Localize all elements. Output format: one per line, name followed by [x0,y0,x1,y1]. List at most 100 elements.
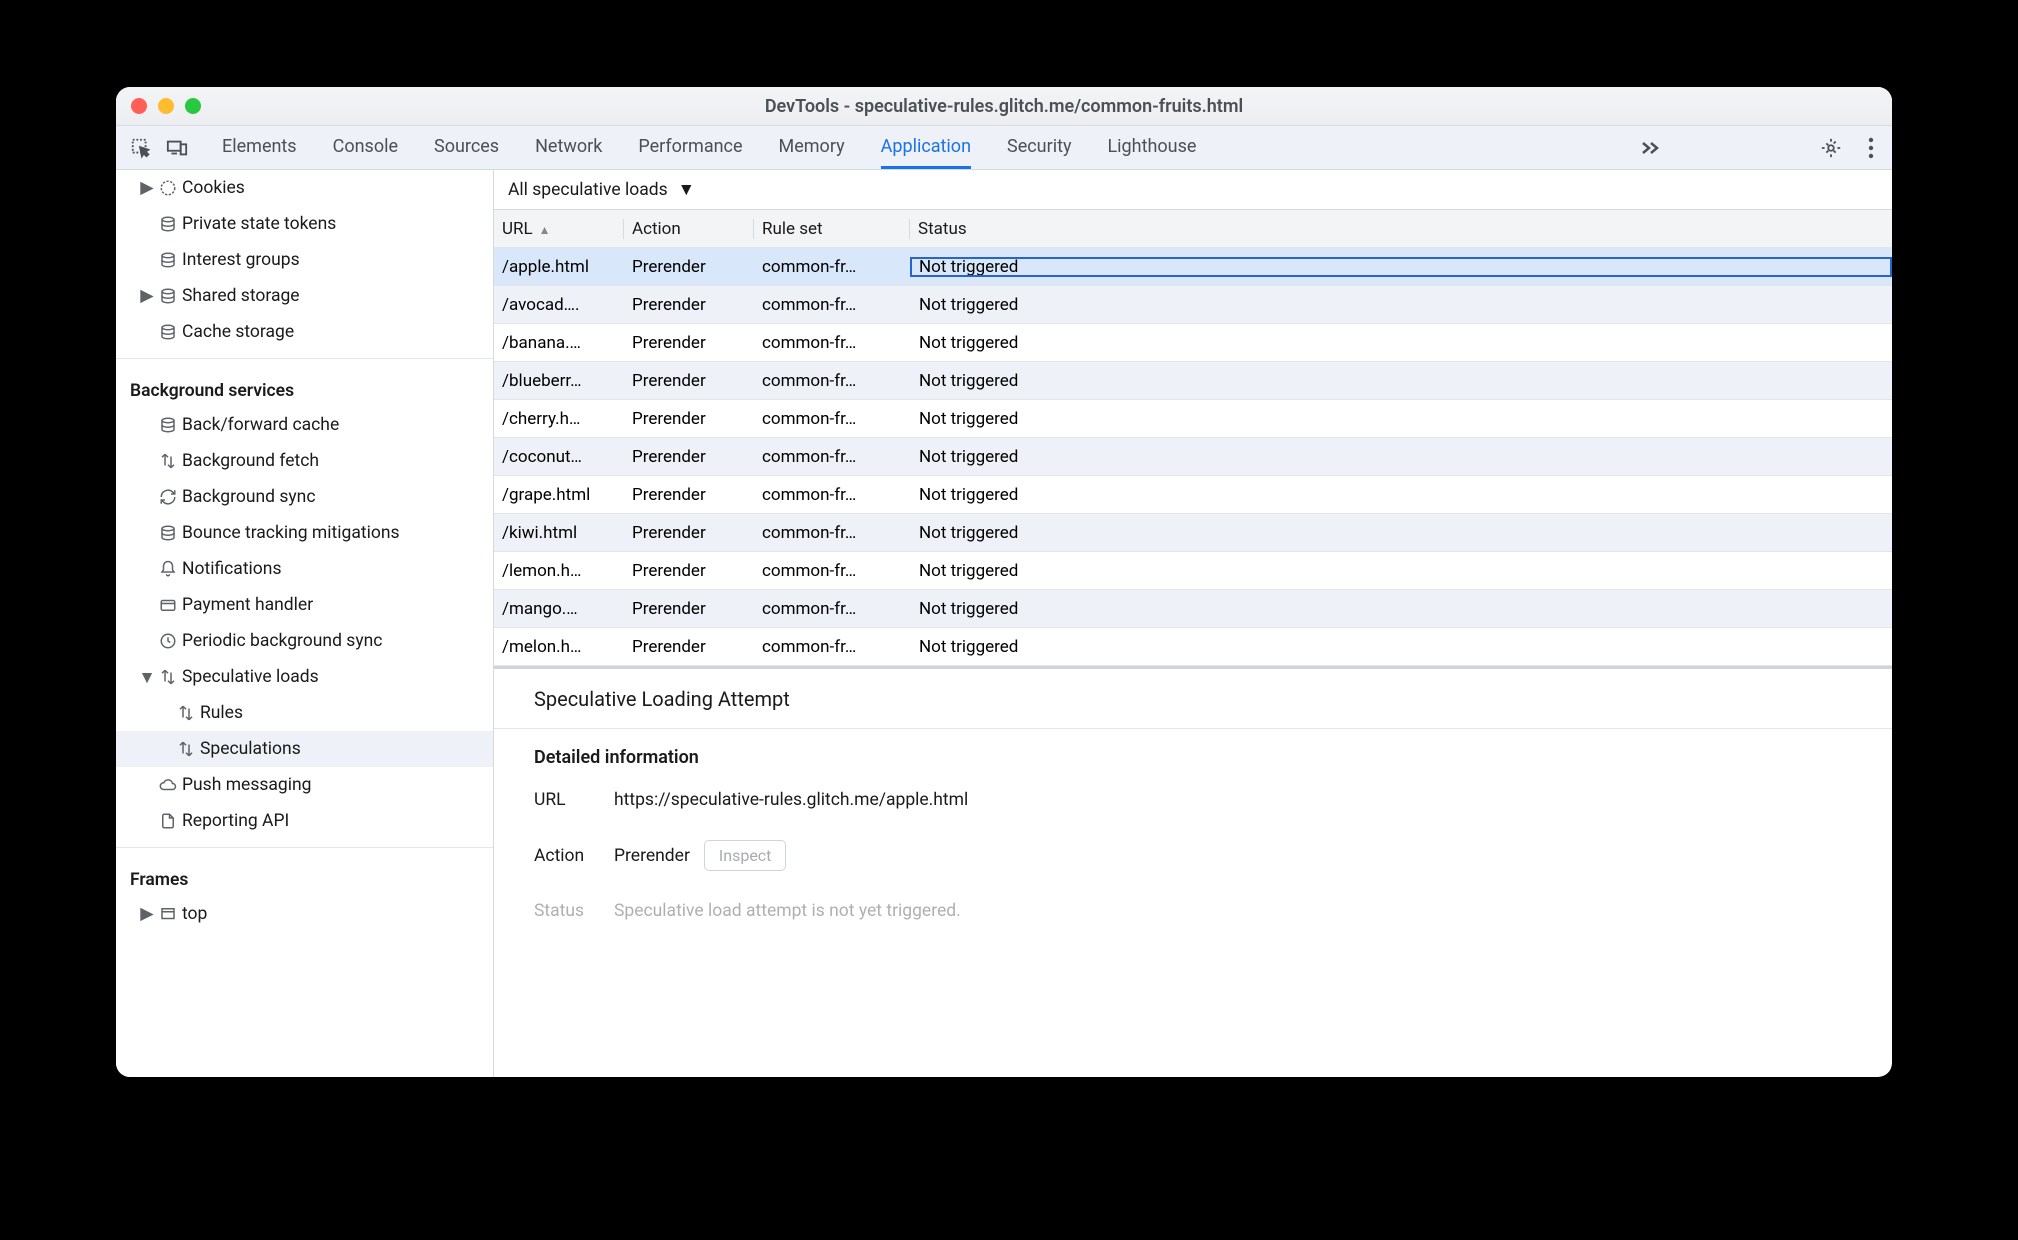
table-row[interactable]: /lemon.h…Prerendercommon-fr…Not triggere… [494,552,1892,590]
cell-status: Not triggered [910,523,1892,543]
detail-subtitle: Detailed information [494,729,1892,782]
sidebar-item-push-messaging[interactable]: Push messaging [116,767,493,803]
table-row[interactable]: /avocad….Prerendercommon-fr…Not triggere… [494,286,1892,324]
sidebar-item-back-forward-cache[interactable]: Back/forward cache [116,407,493,443]
detail-title: Speculative Loading Attempt [494,669,1892,729]
sidebar-item-label: Bounce tracking mitigations [182,523,400,543]
table-row[interactable]: /mango.…Prerendercommon-fr…Not triggered [494,590,1892,628]
cell-url: /kiwi.html [494,523,624,543]
table-row[interactable]: /grape.htmlPrerendercommon-fr…Not trigge… [494,476,1892,514]
sidebar-item-periodic-background-sync[interactable]: Periodic background sync [116,623,493,659]
sidebar-item-label: Rules [200,703,243,723]
sidebar: ▶Cookies Private state tokens Interest gro… [116,170,494,1077]
tab-memory[interactable]: Memory [779,126,845,169]
sidebar-item-label: Speculative loads [182,667,319,687]
expander-icon: ▼ [140,667,154,688]
cell-status: Not triggered [910,447,1892,467]
sidebar-item-label: Cache storage [182,322,294,342]
table-row[interactable]: /apple.htmlPrerendercommon-fr…Not trigge… [494,248,1892,286]
gear-icon[interactable] [1820,137,1842,159]
sidebar-item-payment-handler[interactable]: Payment handler [116,587,493,623]
cell-action: Prerender [624,371,754,391]
db-icon [154,524,182,542]
tab-performance[interactable]: Performance [638,126,742,169]
cell-ruleset: common-fr… [754,523,910,543]
sidebar-item-shared-storage[interactable]: ▶Shared storage [116,278,493,314]
minimize-window-icon[interactable] [158,98,174,114]
toolbar-left [130,137,188,159]
tab-security[interactable]: Security [1007,126,1071,169]
cell-ruleset: common-fr… [754,447,910,467]
sidebar-item-label: Shared storage [182,286,300,306]
filter-dropdown[interactable]: All speculative loads ▼ [494,170,1892,210]
sidebar-item-speculative-loads[interactable]: ▼ Speculative loads [116,659,493,695]
sidebar-item-speculations[interactable]: Speculations [116,731,493,767]
sidebar-item-top[interactable]: ▶ top [116,896,493,932]
cell-ruleset: common-fr… [754,599,910,619]
cell-action: Prerender [624,637,754,657]
cell-status: Not triggered [910,333,1892,353]
titlebar: DevTools - speculative-rules.glitch.me/c… [116,87,1892,126]
more-tabs-icon[interactable] [1640,137,1662,159]
sidebar-item-background-fetch[interactable]: Background fetch [116,443,493,479]
tab-application[interactable]: Application [881,126,971,169]
kebab-icon[interactable] [1860,137,1882,159]
panel-tabs: Elements Console Sources Network Performance… [222,126,1196,169]
table-row[interactable]: /blueberr…Prerendercommon-fr…Not trigger… [494,362,1892,400]
column-url[interactable]: URL▲ [494,219,624,239]
tab-elements[interactable]: Elements [222,126,297,169]
sidebar-item-cache-storage[interactable]: Cache storage [116,314,493,350]
tab-lighthouse[interactable]: Lighthouse [1107,126,1196,169]
detail-row-action: Action PrerenderInspect [494,818,1892,893]
inspect-icon[interactable] [130,137,152,159]
sidebar-item-reporting-api[interactable]: Reporting API [116,803,493,839]
sidebar-item-rules[interactable]: Rules [116,695,493,731]
cloud-icon [154,776,182,794]
sidebar-item-label: top [182,904,207,924]
cell-ruleset: common-fr… [754,295,910,315]
cell-action: Prerender [624,333,754,353]
table-row[interactable]: /melon.h…Prerendercommon-fr…Not triggere… [494,628,1892,666]
cell-url: /blueberr… [494,371,624,391]
detail-pane: Speculative Loading Attempt Detailed inf… [494,666,1892,1077]
sidebar-item-background-sync[interactable]: Background sync [116,479,493,515]
tab-console[interactable]: Console [333,126,398,169]
expander-icon: ▶ [140,904,154,924]
arrows-icon [172,704,200,722]
arrows-icon [154,668,182,686]
table-row[interactable]: /banana.…Prerendercommon-fr…Not triggere… [494,324,1892,362]
sidebar-item-label: Background fetch [182,451,319,471]
detail-url-label: URL [534,790,614,810]
cell-status: Not triggered [910,371,1892,391]
cell-status: Not triggered [910,561,1892,581]
arrows-icon [154,452,182,470]
filter-label: All speculative loads [508,180,668,200]
table-row[interactable]: /cherry.h…Prerendercommon-fr…Not trigger… [494,400,1892,438]
sidebar-item-private-state-tokens[interactable]: Private state tokens [116,206,493,242]
sidebar-item-notifications[interactable]: Notifications [116,551,493,587]
devtools-window: DevTools - speculative-rules.glitch.me/c… [116,87,1892,1077]
db-icon [154,287,182,305]
divider [116,847,493,848]
close-window-icon[interactable] [131,98,147,114]
column-ruleset[interactable]: Rule set [754,219,910,239]
sidebar-item-cookies[interactable]: ▶Cookies [116,170,493,206]
table-row[interactable]: /kiwi.htmlPrerendercommon-fr…Not trigger… [494,514,1892,552]
frame-icon [154,905,182,923]
column-status[interactable]: Status [910,219,1892,239]
sort-asc-icon: ▲ [539,223,551,237]
main-pane: ▶Cookies Private state tokens Interest gro… [116,170,1892,1077]
sidebar-item-interest-groups[interactable]: Interest groups [116,242,493,278]
cell-url: /mango.… [494,599,624,619]
cell-ruleset: common-fr… [754,257,910,277]
column-action[interactable]: Action [624,219,754,239]
cell-ruleset: common-fr… [754,333,910,353]
tab-sources[interactable]: Sources [434,126,499,169]
maximize-window-icon[interactable] [185,98,201,114]
cell-status: Not triggered [910,295,1892,315]
sidebar-item-label: Private state tokens [182,214,336,234]
tab-network[interactable]: Network [535,126,602,169]
device-icon[interactable] [166,137,188,159]
sidebar-item-bounce-tracking-mitigations[interactable]: Bounce tracking mitigations [116,515,493,551]
table-row[interactable]: /coconut…Prerendercommon-fr…Not triggere… [494,438,1892,476]
